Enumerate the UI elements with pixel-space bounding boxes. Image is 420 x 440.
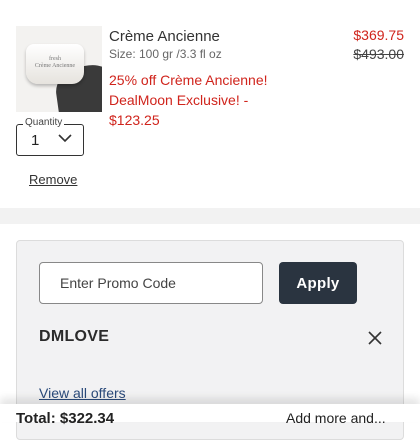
- product-sale-price: $369.75: [353, 27, 404, 43]
- product-original-price: $493.00: [353, 46, 404, 62]
- add-more-link[interactable]: Add more and...: [286, 410, 386, 426]
- quantity-select[interactable]: Quantity 1: [16, 117, 84, 156]
- quantity-value: 1: [31, 132, 40, 149]
- promo-code-input[interactable]: [39, 262, 263, 304]
- quantity-label: Quantity: [23, 117, 65, 129]
- product-name[interactable]: Crème Ancienne: [109, 28, 220, 45]
- close-icon[interactable]: [367, 330, 383, 346]
- remove-item-link[interactable]: Remove: [29, 172, 77, 187]
- product-size: Size: 100 gr /3.3 fl oz: [109, 47, 222, 61]
- cart-item: fresh Crème Ancienne Crème Ancienne Size:…: [0, 0, 420, 208]
- product-image[interactable]: fresh Crème Ancienne: [16, 26, 102, 112]
- chevron-down-icon: [58, 134, 72, 143]
- product-jar-label: fresh Crème Ancienne: [34, 56, 76, 69]
- section-divider: [0, 208, 420, 224]
- order-total: Total: $322.34: [16, 410, 115, 427]
- applied-promo-code: DMLOVE: [39, 328, 110, 345]
- product-jar: fresh Crème Ancienne: [26, 44, 84, 84]
- view-all-offers-link[interactable]: View all offers: [39, 385, 126, 401]
- product-deal-message: 25% off Crème Ancienne! DealMoon Exclusi…: [109, 72, 268, 128]
- apply-promo-button[interactable]: Apply: [279, 262, 357, 304]
